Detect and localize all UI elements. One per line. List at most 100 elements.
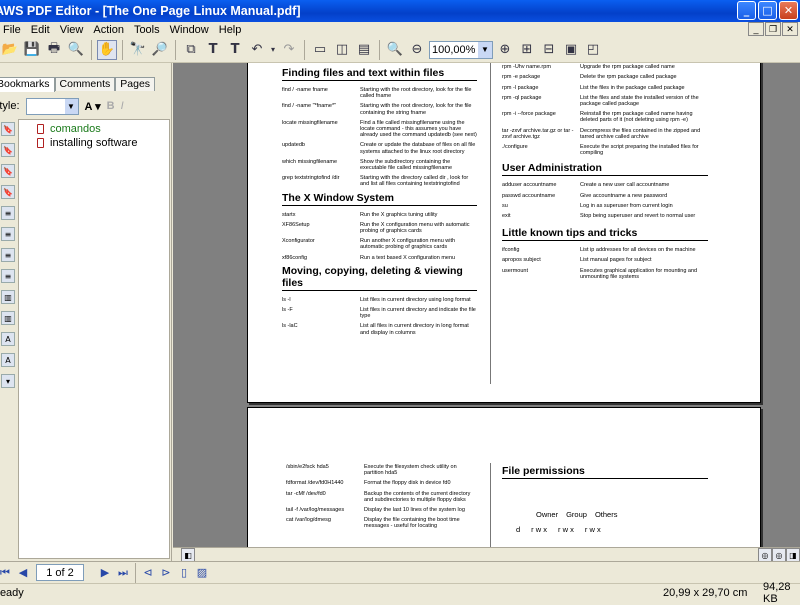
menu-window[interactable]: Window bbox=[165, 24, 214, 36]
tab-pages[interactable]: Pages bbox=[115, 77, 156, 91]
find-next-icon[interactable]: 🔎 bbox=[150, 40, 170, 60]
navigation-bar: ⏮ ◀ 1 of 2 ▶ ⏭ ⊲ ⊳ ▯ ▨ bbox=[0, 561, 800, 583]
bookmark-icon[interactable]: 🔖 bbox=[1, 143, 15, 157]
save-icon[interactable]: 💾 bbox=[22, 40, 42, 60]
status-text: Ready bbox=[0, 586, 24, 599]
page-size: 20,99 x 29,70 cm bbox=[663, 586, 748, 599]
first-page-icon[interactable]: ⏮ bbox=[0, 564, 14, 582]
close-button[interactable]: ✕ bbox=[779, 1, 798, 20]
style-select[interactable]: ▼ bbox=[25, 97, 79, 115]
collapse-icon[interactable]: ▥ bbox=[1, 311, 15, 325]
bookmark-label: comandos bbox=[50, 123, 101, 135]
menu-action[interactable]: Action bbox=[88, 24, 129, 36]
properties-icon[interactable]: A bbox=[1, 353, 15, 367]
italic-icon[interactable]: I bbox=[121, 100, 124, 112]
zoom-out-icon[interactable]: ⊖ bbox=[407, 40, 427, 60]
section-title: Little known tips and tricks bbox=[502, 227, 708, 242]
print-preview-icon[interactable]: 🔍 bbox=[66, 40, 86, 60]
pdf-page-2: /sbin/e2fsck hda5 Execute the filesystem … bbox=[247, 407, 761, 547]
zoom-tool-icon[interactable]: 🔍 bbox=[385, 40, 405, 60]
perm-group: r w x bbox=[558, 525, 574, 534]
more-icon[interactable]: ▾ bbox=[1, 374, 15, 388]
move-up-icon[interactable]: ≡ bbox=[1, 206, 15, 220]
command: adduser accountname bbox=[502, 182, 557, 189]
zoom-select[interactable]: 100,00% ▼ bbox=[429, 40, 493, 59]
print-icon[interactable]: 🖶 bbox=[44, 40, 64, 60]
page-number-field[interactable]: 1 of 2 bbox=[36, 564, 84, 581]
command: cat /var/log/dmesg bbox=[286, 517, 331, 524]
undo-dropdown-icon[interactable]: ▾ bbox=[269, 40, 277, 60]
indent-icon[interactable]: ≡ bbox=[1, 248, 15, 262]
bookmark-item[interactable]: installing software bbox=[19, 136, 169, 150]
next-page-icon[interactable]: ▶ bbox=[96, 564, 114, 582]
previous-page-icon[interactable]: ◀ bbox=[14, 564, 32, 582]
page-layout2-icon[interactable]: ◎ bbox=[772, 548, 786, 562]
thumbnail-icon[interactable]: ▨ bbox=[193, 564, 211, 582]
find-icon[interactable]: 🔭 bbox=[128, 40, 148, 60]
command-row: apropos subject List manual pages for sub… bbox=[502, 257, 708, 263]
continuous-icon[interactable]: ▤ bbox=[354, 40, 374, 60]
command-description: Backup the contents of the current direc… bbox=[364, 490, 471, 503]
two-page-icon[interactable]: ◫ bbox=[332, 40, 352, 60]
command-description: Display the file containing the boot tim… bbox=[364, 517, 460, 530]
back-icon[interactable]: ⊲ bbox=[139, 564, 157, 582]
menu-view[interactable]: View bbox=[55, 24, 89, 36]
command-row: find / -name fname Starting with the root… bbox=[282, 87, 477, 99]
command: tail -f /var/log/messages bbox=[286, 507, 345, 514]
text-tool-icon[interactable]: T bbox=[203, 40, 223, 60]
expand-icon[interactable]: ▥ bbox=[1, 290, 15, 304]
command-description: Execute the filesystem check utility on … bbox=[364, 464, 457, 477]
tab-bookmarks[interactable]: Bookmarks bbox=[0, 77, 55, 92]
bold-icon[interactable]: B bbox=[107, 100, 115, 112]
command: rpm -Uhv name.rpm bbox=[502, 64, 551, 71]
scroll-right-icon[interactable]: ◨ bbox=[786, 548, 800, 562]
bookmark-child-icon[interactable]: 🔖 bbox=[1, 164, 15, 178]
forward-icon[interactable]: ⊳ bbox=[157, 564, 175, 582]
page-layout-icon[interactable]: ◎ bbox=[758, 548, 772, 562]
menu-tools[interactable]: Tools bbox=[129, 24, 165, 36]
page-view-icon[interactable]: ▯ bbox=[175, 564, 193, 582]
bookmark-item[interactable]: comandos bbox=[19, 122, 169, 136]
menu-edit[interactable]: Edit bbox=[26, 24, 55, 36]
tab-bookmarks-label: Bookmarks bbox=[0, 78, 50, 90]
menu-help[interactable]: Help bbox=[214, 24, 247, 36]
actual-size-icon[interactable]: ▣ bbox=[561, 40, 581, 60]
fit-visible-icon[interactable]: ◰ bbox=[583, 40, 603, 60]
command-row: startx Run the X graphics tuning utility bbox=[282, 212, 477, 218]
command: rpm -ql package bbox=[502, 94, 542, 101]
outdent-icon[interactable]: ≡ bbox=[1, 269, 15, 283]
copy-icon[interactable]: ⧉ bbox=[181, 40, 201, 60]
fit-width-icon[interactable]: ⊟ bbox=[539, 40, 559, 60]
undo-icon[interactable]: ↶ bbox=[247, 40, 267, 60]
single-page-icon[interactable]: ▭ bbox=[310, 40, 330, 60]
tab-comments[interactable]: Comments bbox=[54, 77, 116, 91]
zoom-in-icon[interactable]: ⊕ bbox=[495, 40, 515, 60]
minimize-button[interactable]: _ bbox=[737, 1, 756, 20]
horizontal-scrollbar[interactable]: ◧ ◎ ◎ ◨ bbox=[173, 547, 800, 562]
open-icon[interactable]: 📂 bbox=[0, 40, 20, 60]
maximize-button[interactable]: □ bbox=[758, 1, 777, 20]
command-description: Starting with the root directory, look f… bbox=[360, 87, 472, 100]
document-view[interactable]: Finding files and text within files find… bbox=[173, 63, 800, 547]
command-row: rpm -l package List the files in the pack… bbox=[502, 85, 708, 91]
redo-icon[interactable]: ↷ bbox=[279, 40, 299, 60]
pdf-page-1: Finding files and text within files find… bbox=[247, 63, 761, 403]
fit-page-icon[interactable]: ⊞ bbox=[517, 40, 537, 60]
text-box-icon[interactable]: T bbox=[225, 40, 245, 60]
hand-tool-icon[interactable]: ✋ bbox=[97, 39, 117, 60]
doc-minimize-button[interactable]: _ bbox=[748, 22, 764, 36]
scroll-left-icon[interactable]: ◧ bbox=[181, 548, 195, 562]
doc-restore-button[interactable]: ❐ bbox=[765, 22, 781, 36]
move-down-icon[interactable]: ≡ bbox=[1, 227, 15, 241]
font-size-icon[interactable]: A ▾ bbox=[85, 100, 101, 113]
chevron-down-icon: ▼ bbox=[478, 41, 492, 58]
command: passwd accountname bbox=[502, 192, 556, 199]
rename-icon[interactable]: A bbox=[1, 332, 15, 346]
doc-close-button[interactable]: ✕ bbox=[782, 22, 798, 36]
new-bookmark-icon[interactable]: 🔖 bbox=[1, 122, 15, 136]
command: /sbin/e2fsck hda5 bbox=[286, 464, 329, 470]
delete-bookmark-icon[interactable]: 🔖 bbox=[1, 185, 15, 199]
command: ls -F bbox=[282, 307, 293, 314]
last-page-icon[interactable]: ⏭ bbox=[114, 564, 132, 582]
menu-file[interactable]: File bbox=[0, 24, 26, 36]
